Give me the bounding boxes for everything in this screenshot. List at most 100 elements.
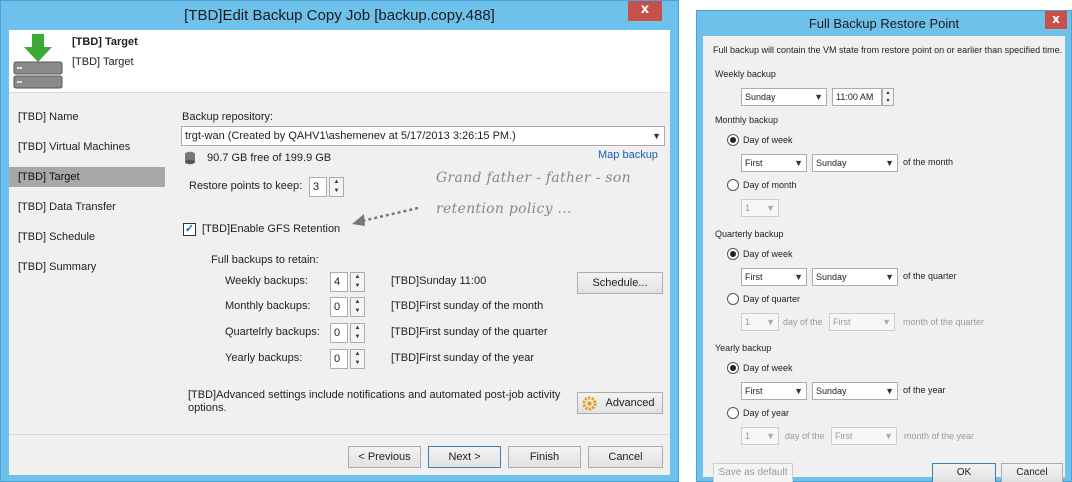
yearly-ordinal-select[interactable]: First ▼ (741, 382, 807, 400)
restore-window-client: Full backup will contain the VM state fr… (703, 36, 1065, 482)
weekly-day-value: Sunday (745, 92, 776, 102)
quarterly-ordinal-select[interactable]: First ▼ (741, 268, 807, 286)
yearly-day-value: 1 (745, 431, 751, 441)
yearly-month-select[interactable]: First ▼ (831, 427, 897, 445)
previous-button[interactable]: < Previous (348, 446, 421, 468)
chevron-down-icon: ▼ (766, 317, 775, 327)
weekly-backups-value[interactable]: 4 (330, 272, 348, 292)
gfs-label: [TBD]Enable GFS Retention (202, 223, 341, 235)
yearly-day-of-week-radio[interactable] (727, 362, 739, 374)
yearly-suffix: of the year (903, 385, 946, 395)
quarterly-month-select[interactable]: First ▼ (829, 313, 895, 331)
map-backup-link[interactable]: Map backup (598, 149, 658, 161)
yearly-day-of-year-radio[interactable] (727, 407, 739, 419)
advanced-button[interactable]: Advanced (577, 392, 663, 414)
save-as-default-button[interactable]: Save as default (713, 463, 793, 482)
restore-points-label: Restore points to keep: (189, 180, 303, 192)
monthly-backups-label: Monthly backups: (225, 300, 311, 312)
chevron-down-icon: ▼ (814, 92, 823, 102)
quarterly-backups-value[interactable]: 0 (330, 323, 348, 343)
full-backups-label: Full backups to retain: (211, 254, 319, 266)
wizard-nav: [TBD] Name [TBD] Virtual Machines [TBD] … (9, 94, 165, 434)
monthly-day-value: 1 (745, 203, 751, 213)
annotation-line-1: Grand father - father - son (436, 170, 631, 186)
monthly-day-of-week-label: Day of week (743, 135, 793, 145)
quarterly-day-of-week-radio[interactable] (727, 248, 739, 260)
wizard-header: [TBD] Target [TBD] Target (9, 30, 670, 93)
chevron-down-icon: ▼ (882, 317, 891, 327)
yearly-weekday-value: Sunday (816, 386, 847, 396)
spin-arrows-icon[interactable]: ▲ ▼ (329, 177, 344, 197)
chevron-down-icon: ▼ (766, 431, 775, 441)
weekly-time-input[interactable]: 11:00 AM (832, 88, 882, 106)
nav-item-target[interactable]: [TBD] Target (9, 167, 165, 187)
nav-item-name[interactable]: [TBD] Name (9, 107, 165, 127)
spin-arrows-icon[interactable]: ▲ ▼ (350, 272, 365, 292)
yearly-day-of-week-label: Day of week (743, 363, 793, 373)
header-title: [TBD] Target (72, 36, 138, 48)
quarterly-month-suffix: month of the quarter (903, 317, 985, 327)
quarterly-day-of-quarter-radio[interactable] (727, 293, 739, 305)
nav-item-virtual-machines[interactable]: [TBD] Virtual Machines (9, 137, 165, 157)
finish-button[interactable]: Finish (508, 446, 581, 468)
spin-arrows-icon[interactable]: ▲ ▼ (350, 297, 365, 317)
monthly-day-of-month-radio[interactable] (727, 179, 739, 191)
close-icon[interactable]: x (628, 1, 662, 21)
restore-points-value[interactable]: 3 (309, 177, 327, 197)
repo-select[interactable]: trgt-wan (Created by QAHV1\ashemenev at … (181, 126, 665, 146)
weekly-backups-label: Weekly backups: (225, 275, 308, 287)
next-button[interactable]: Next > (428, 446, 501, 468)
quarterly-section-label: Quarterly backup (715, 229, 784, 239)
quarterly-weekday-select[interactable]: Sunday ▼ (812, 268, 898, 286)
yearly-month-suffix: month of the year (904, 431, 975, 441)
yearly-day-select[interactable]: 1 ▼ (741, 427, 779, 445)
annotation-line-2: retention policy ... (436, 201, 572, 217)
yearly-day-of-year-label: Day of year (743, 408, 790, 418)
spin-arrows-icon[interactable]: ▲ ▼ (350, 349, 365, 369)
chevron-down-icon: ▼ (884, 431, 893, 441)
chevron-down-icon: ▼ (885, 158, 894, 168)
weekly-day-select[interactable]: Sunday ▼ (741, 88, 827, 106)
chevron-down-icon: ▼ (766, 203, 775, 213)
monthly-suffix: of the month (903, 157, 954, 167)
quarterly-day-select[interactable]: 1 ▼ (741, 313, 779, 331)
yearly-weekday-select[interactable]: Sunday ▼ (812, 382, 898, 400)
monthly-ordinal-select[interactable]: First ▼ (741, 154, 807, 172)
yearly-backups-value[interactable]: 0 (330, 349, 348, 369)
chevron-down-icon: ▼ (794, 158, 803, 168)
restore-cancel-button[interactable]: Cancel (1001, 463, 1063, 482)
gear-icon (582, 396, 597, 411)
ok-button[interactable]: OK (932, 463, 996, 482)
schedule-button[interactable]: Schedule... (577, 272, 663, 294)
spin-arrows-icon[interactable]: ▲ ▼ (350, 323, 365, 343)
edit-backup-copy-job-window: [TBD]Edit Backup Copy Job [backup.copy.4… (0, 0, 679, 482)
footer-divider (9, 434, 670, 435)
monthly-backups-value[interactable]: 0 (330, 297, 348, 317)
weekly-section-label: Weekly backup (715, 69, 776, 79)
gfs-checkbox[interactable]: ✓ (183, 223, 196, 236)
monthly-ordinal-value: First (745, 158, 763, 168)
header-subtitle: [TBD] Target (72, 56, 134, 68)
weekly-time-value: 11:00 AM (836, 92, 874, 102)
yearly-backups-label: Yearly backups: (225, 352, 303, 364)
monthly-weekday-select[interactable]: Sunday ▼ (812, 154, 898, 172)
nav-item-data-transfer[interactable]: [TBD] Data Transfer (9, 197, 165, 217)
database-icon (185, 151, 195, 165)
cancel-button[interactable]: Cancel (588, 446, 663, 468)
nav-item-schedule[interactable]: [TBD] Schedule (9, 227, 165, 247)
quarterly-weekday-value: Sunday (816, 272, 847, 282)
full-backup-restore-point-window: Full Backup Restore Point x Full backup … (696, 10, 1072, 482)
monthly-day-of-week-radio[interactable] (727, 134, 739, 146)
window-title: [TBD]Edit Backup Copy Job [backup.copy.4… (184, 7, 495, 24)
nav-item-summary[interactable]: [TBD] Summary (9, 257, 165, 277)
storage-download-icon (13, 34, 63, 89)
free-space: 90.7 GB free of 199.9 GB (207, 152, 332, 164)
chevron-down-icon: ▼ (794, 272, 803, 282)
close-icon[interactable]: x (1045, 11, 1067, 29)
weekly-backups-desc: [TBD]Sunday 11:00 (391, 275, 487, 287)
monthly-day-select[interactable]: 1 ▼ (741, 199, 779, 217)
yearly-ordinal-value: First (745, 386, 763, 396)
quarterly-suffix: of the quarter (903, 271, 957, 281)
spin-arrows-icon[interactable]: ▲ ▼ (882, 88, 894, 106)
quarterly-day-value: 1 (745, 317, 751, 327)
